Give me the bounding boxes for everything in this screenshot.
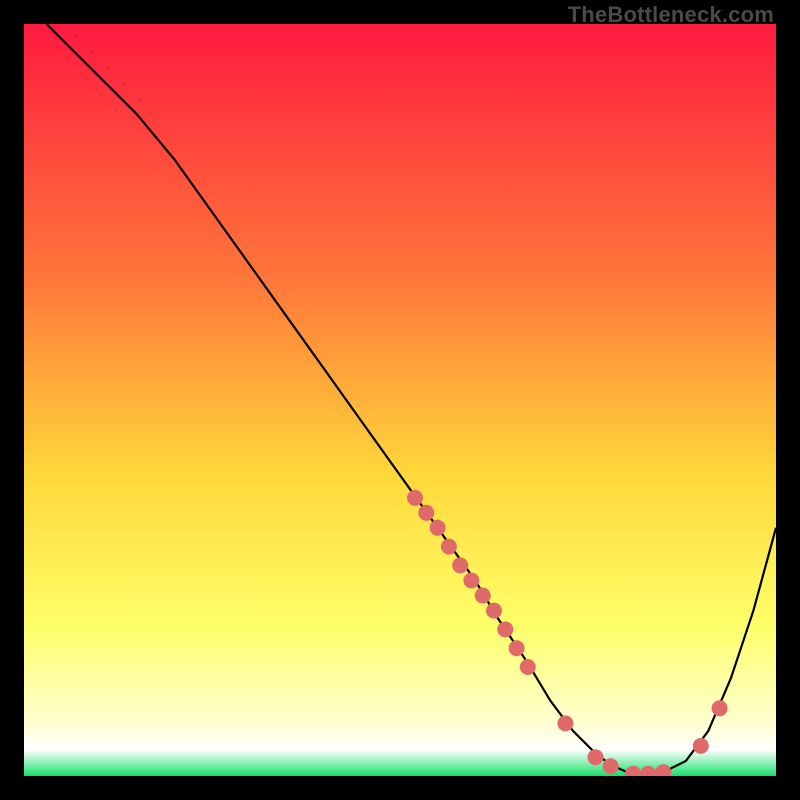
data-marker — [557, 715, 573, 731]
data-marker — [407, 490, 423, 506]
data-marker — [603, 758, 619, 774]
bottleneck-chart — [24, 24, 776, 776]
data-marker — [441, 539, 457, 555]
data-marker — [475, 588, 491, 604]
data-marker — [497, 621, 513, 637]
data-marker — [430, 520, 446, 536]
data-marker — [588, 749, 604, 765]
chart-frame — [24, 24, 776, 776]
data-marker — [463, 573, 479, 589]
gradient-background — [24, 24, 776, 776]
data-marker — [520, 659, 536, 675]
data-marker — [452, 557, 468, 573]
data-marker — [418, 505, 434, 521]
data-marker — [693, 738, 709, 754]
watermark-text: TheBottleneck.com — [568, 2, 774, 28]
data-marker — [486, 603, 502, 619]
data-marker — [509, 640, 525, 656]
data-marker — [712, 700, 728, 716]
